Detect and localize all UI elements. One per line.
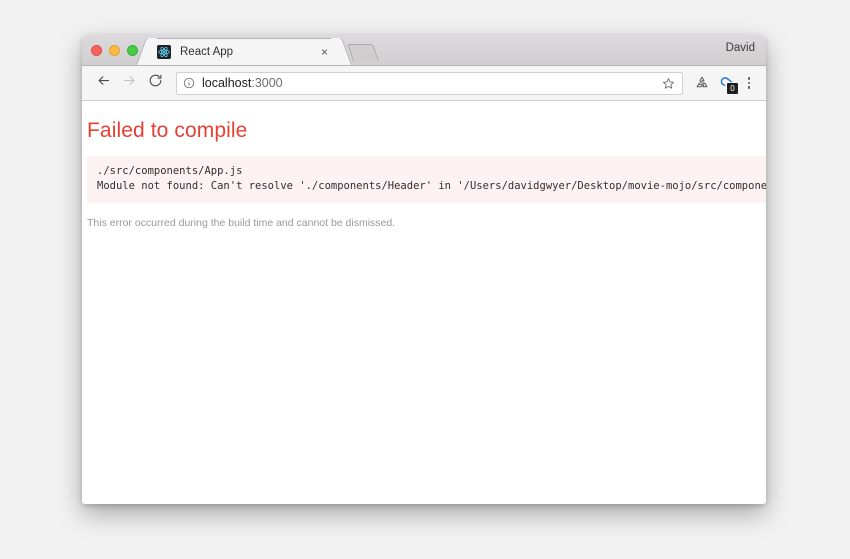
browser-tab-react-app[interactable]: React App × [146,38,342,65]
new-tab-button[interactable] [346,44,380,61]
error-message-text: Module not found: Can't resolve './compo… [97,180,766,192]
bookmark-star-icon[interactable] [660,75,676,91]
tab-title: React App [180,46,234,58]
menu-dot [747,81,751,85]
page-title: Failed to compile [87,119,248,142]
window-traffic-lights [91,45,138,56]
error-overlay: Failed to compile ./src/components/App.j… [82,101,766,229]
url-port: :3000 [251,76,283,90]
url-text: localhost:3000 [202,76,660,90]
reload-button[interactable] [142,70,168,96]
profile-name-label[interactable]: David [726,42,755,54]
info-circle-icon[interactable] [183,77,195,89]
browser-window: React App × David localhost:3000 0 Faile… [82,35,766,504]
error-file-path: ./src/components/App.js [97,165,243,177]
react-logo-icon [157,45,171,59]
reload-icon [148,73,163,93]
recycle-extension-icon[interactable] [690,71,714,95]
screenshot-root: React App × David localhost:3000 0 Faile… [0,0,850,559]
back-button[interactable] [90,70,116,96]
menu-dot [747,86,751,89]
link-extension-icon[interactable]: 0 [714,71,738,95]
forward-arrow-icon [122,73,137,93]
tab-strip: React App × David [82,35,766,66]
minimize-window-button[interactable] [109,45,120,56]
back-arrow-icon [96,73,111,93]
kebab-menu-icon[interactable] [740,71,758,95]
forward-button [116,70,142,96]
close-window-button[interactable] [91,45,102,56]
maximize-window-button[interactable] [127,45,138,56]
page-viewport: Failed to compile ./src/components/App.j… [82,101,766,503]
extension-badge-count: 0 [727,83,738,94]
menu-dot [747,77,751,80]
error-message-block: ./src/components/App.js Module not found… [87,156,766,203]
address-bar[interactable]: localhost:3000 [176,71,683,95]
close-icon[interactable]: × [318,46,331,59]
url-host: localhost [202,76,252,90]
dismiss-note: This error occurred during the build tim… [87,217,396,229]
browser-toolbar: localhost:3000 0 [82,66,766,101]
